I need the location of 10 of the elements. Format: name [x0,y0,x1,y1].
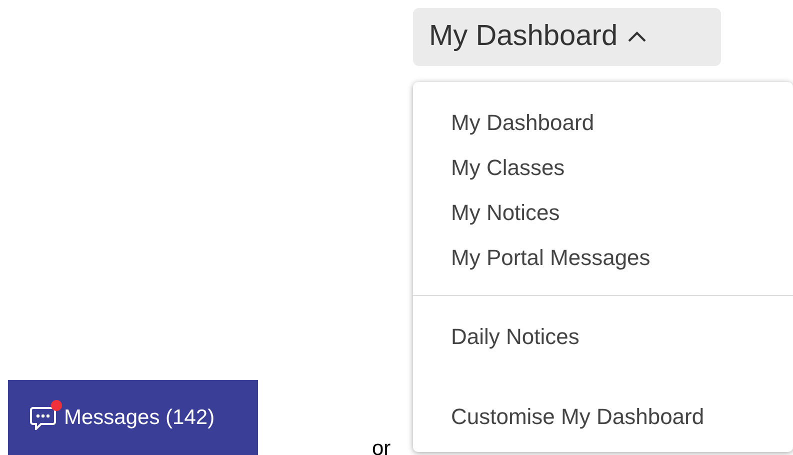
separator-text: or [372,438,391,455]
menu-item[interactable]: Customise My Dashboard [413,394,704,439]
menu-item[interactable]: My Dashboard [413,100,594,145]
menu-item[interactable]: My Portal Messages [413,235,650,280]
dashboard-dropdown[interactable]: My Dashboard [413,8,721,66]
menu-item[interactable]: My Notices [413,190,560,235]
messages-button[interactable]: Messages (142) [8,380,258,455]
menu-item[interactable]: Daily Notices [413,314,580,359]
menu-item[interactable]: My Classes [413,145,565,190]
chat-bubble-icon [30,406,56,430]
